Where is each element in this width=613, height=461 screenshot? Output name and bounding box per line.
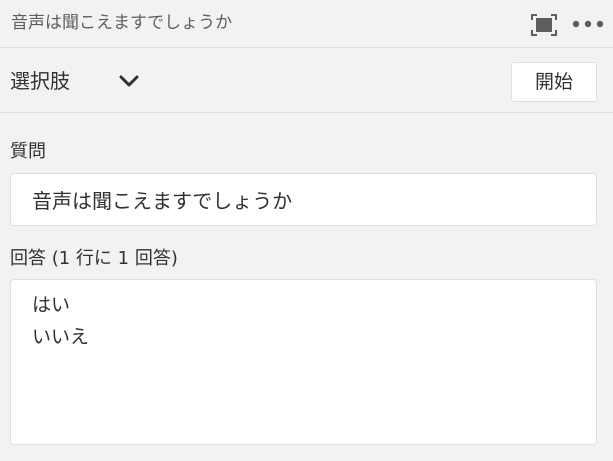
question-type-dropdown[interactable]: 選択肢 xyxy=(0,49,160,112)
question-label: 質問 xyxy=(10,141,46,162)
answer-line: いいえ xyxy=(32,326,90,348)
chevron-down-icon xyxy=(119,75,139,87)
expand-icon[interactable] xyxy=(529,12,559,38)
answer-line: はい xyxy=(32,294,71,316)
answers-label: 回答 (1 行に 1 回答) xyxy=(10,248,178,269)
answers-textarea[interactable]: はい いいえ xyxy=(10,279,597,445)
question-type-label: 選択肢 xyxy=(10,69,70,93)
start-button[interactable]: 開始 xyxy=(511,62,597,102)
poll-title: 音声は聞こえますでしょうか xyxy=(11,13,233,33)
more-options-icon[interactable] xyxy=(570,15,606,33)
question-input[interactable] xyxy=(10,173,597,226)
header-bar: 音声は聞こえますでしょうか xyxy=(0,0,613,48)
